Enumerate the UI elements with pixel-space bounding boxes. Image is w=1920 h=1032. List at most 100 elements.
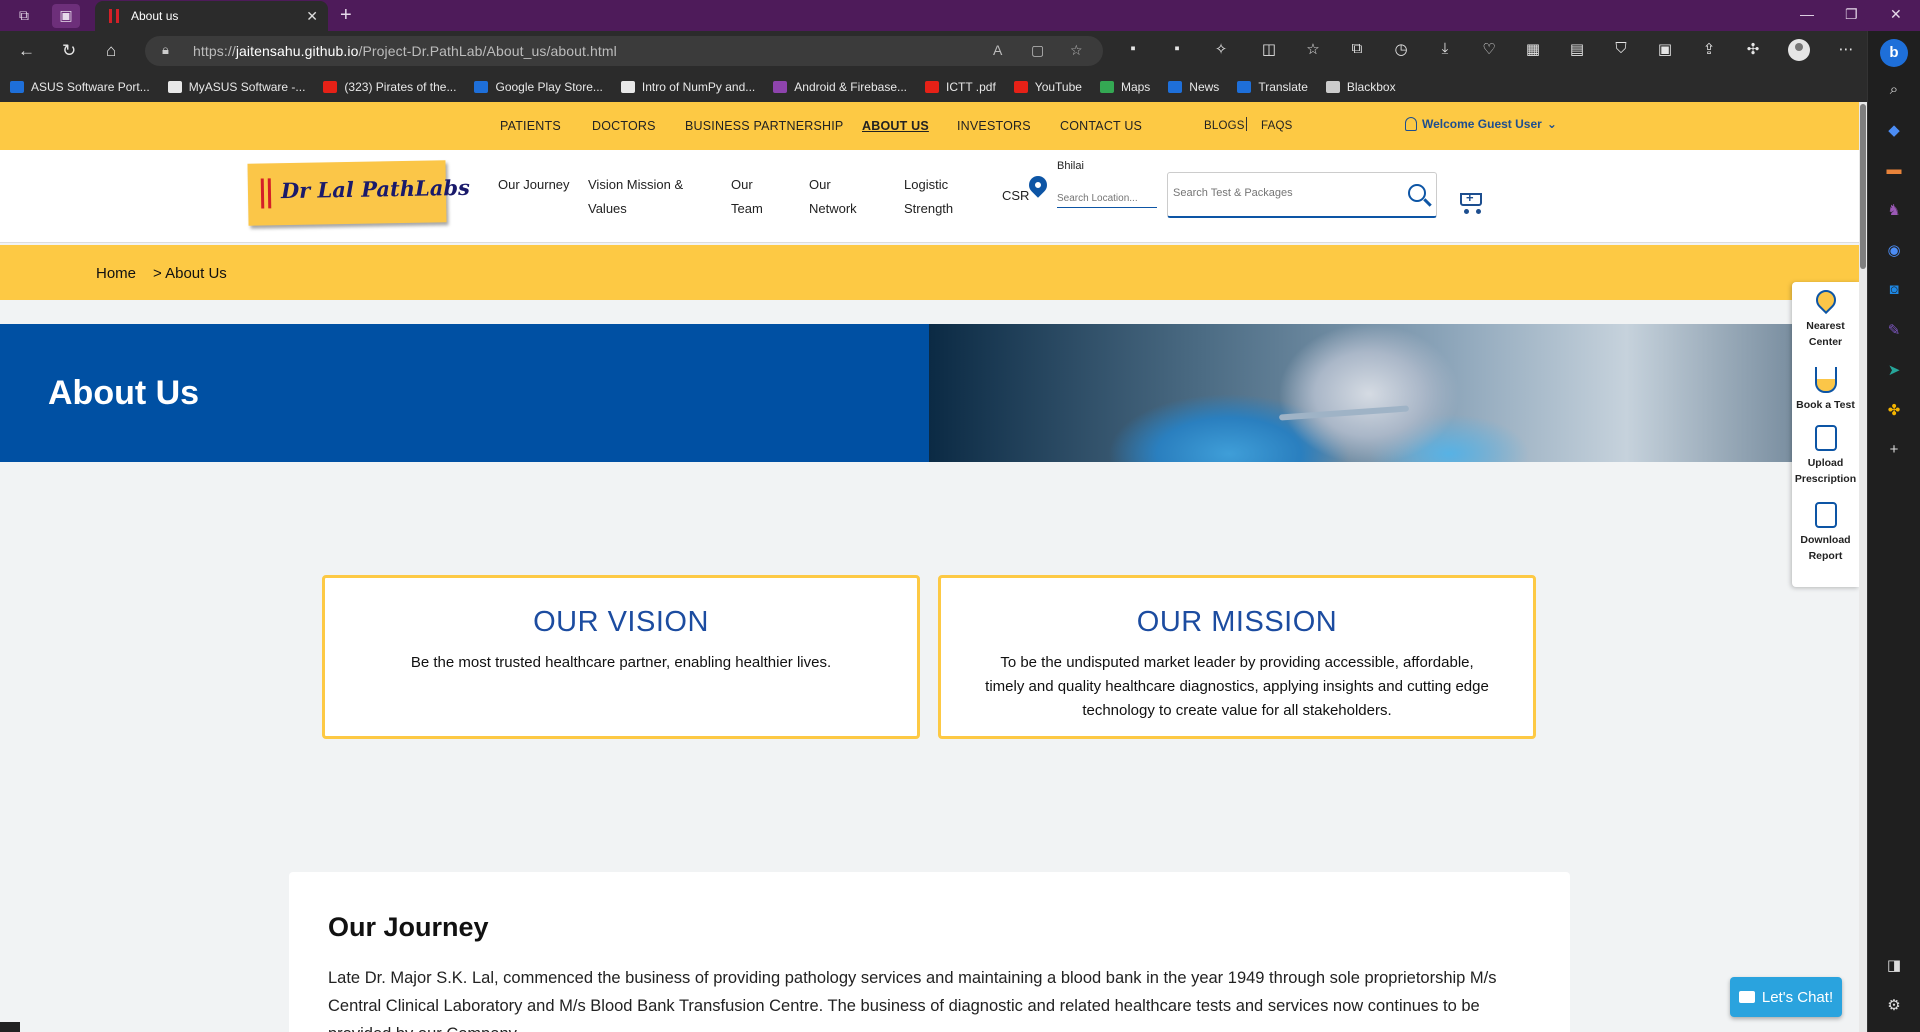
mission-title: OUR MISSION <box>1136 606 1338 638</box>
back-icon[interactable]: ← <box>18 41 35 61</box>
bookmark-item[interactable]: Maps <box>1099 80 1150 94</box>
favorites-icon[interactable]: ☆ <box>1302 40 1324 58</box>
download-report-button[interactable]: Download Report <box>1792 502 1859 564</box>
logo-text: Dr Lal PathLabs <box>280 174 471 204</box>
shopping-icon[interactable]: ◆ <box>1883 121 1905 143</box>
tools-icon[interactable]: ▬ <box>1883 161 1905 183</box>
chat-label: Let's Chat! <box>1761 988 1834 1006</box>
math-solver-icon[interactable]: ▦ <box>1522 40 1544 58</box>
sidebar-toggle-icon[interactable]: ◨ <box>1883 956 1905 978</box>
copilot-icon[interactable]: b <box>1880 39 1908 67</box>
share-icon[interactable]: ⇪ <box>1698 40 1720 58</box>
bookmark-item[interactable]: Google Play Store... <box>474 80 603 94</box>
bookmark-label: Translate <box>1258 79 1308 94</box>
extension-g-icon[interactable]: ▪ <box>1122 40 1144 57</box>
bookmark-item[interactable]: Intro of NumPy and... <box>620 80 755 94</box>
nav-faqs[interactable]: FAQS <box>1261 120 1292 132</box>
bookmark-favicon-icon <box>925 80 939 93</box>
subnav-csr[interactable]: CSR <box>1002 188 1029 203</box>
history-icon[interactable]: ◷ <box>1390 40 1412 58</box>
welcome-user-menu[interactable]: Welcome Guest User ⌄ <box>1405 117 1557 131</box>
designer-icon[interactable]: ✎ <box>1883 321 1905 343</box>
health-icon[interactable]: ♡ <box>1478 40 1500 58</box>
workspaces-icon[interactable]: ⧉ <box>10 4 38 28</box>
nearest-center-button[interactable]: Nearest Center <box>1792 285 1859 350</box>
bookmark-item[interactable]: ASUS Software Port... <box>10 80 150 94</box>
browser-essentials-icon[interactable]: ⛉ <box>1610 40 1632 57</box>
subnav-vision-mission[interactable]: Vision Mission & Values <box>588 173 703 221</box>
edge-sidebar: b ⌕ ◆ ▬ ♞ ◉ ◙ ✎ ➤ ✤ + ◨ ⚙ <box>1867 31 1920 1032</box>
nav-blogs[interactable]: BLOGS <box>1204 120 1245 132</box>
add-sidebar-app-icon[interactable]: + <box>1883 441 1905 463</box>
apps-icon[interactable]: ▤ <box>1566 40 1588 58</box>
nav-patients[interactable]: PATIENTS <box>500 119 561 133</box>
bookmark-item[interactable]: Translate <box>1237 80 1308 94</box>
bookmark-favicon-icon <box>323 80 338 93</box>
bookmark-item[interactable]: YouTube <box>1013 79 1082 94</box>
app-available-icon[interactable]: ▢ <box>1031 42 1044 59</box>
cart-icon[interactable]: + <box>1455 188 1485 214</box>
new-tab-icon[interactable]: + <box>340 4 352 27</box>
split-screen-icon[interactable]: ◫ <box>1258 40 1280 58</box>
extensions-icon[interactable]: ✧ <box>1210 40 1232 58</box>
address-bar[interactable]: 🔒︎ https://jaitensahu.github.io/Project-… <box>145 36 1103 66</box>
read-aloud-icon[interactable]: A <box>993 42 1002 58</box>
nav-doctors[interactable]: DOCTORS <box>592 119 656 133</box>
subnav-logistic-strength[interactable]: Logistic Strength <box>904 173 974 221</box>
book-test-button[interactable]: Book a Test <box>1792 367 1859 413</box>
nav-investors[interactable]: INVESTORS <box>957 119 1031 133</box>
bookmark-item[interactable]: Blackbox <box>1325 80 1396 94</box>
outlook-icon[interactable]: ◙ <box>1883 281 1905 303</box>
bookmark-item[interactable]: MyASUS Software -... <box>167 80 305 94</box>
nav-about-us[interactable]: ABOUT US <box>862 119 929 133</box>
more-menu-icon[interactable]: ⋯ <box>1835 40 1857 58</box>
page-scrollbar[interactable] <box>1859 102 1867 1032</box>
restore-icon[interactable]: ❐ <box>1845 6 1858 23</box>
bookmark-label: ICTT .pdf <box>946 79 996 94</box>
home-icon[interactable]: ⌂ <box>106 41 116 61</box>
bookmark-favicon-icon <box>620 80 635 93</box>
downloads-icon[interactable]: ⤓ <box>1434 40 1456 57</box>
extension-b-icon[interactable]: ▪ <box>1166 40 1188 57</box>
bookmark-item[interactable]: News <box>1168 80 1219 94</box>
browser-tab[interactable]: About us ✕ <box>95 1 328 31</box>
drop-icon[interactable]: ➤ <box>1883 361 1905 383</box>
bookmark-item[interactable]: Android & Firebase... <box>773 80 907 94</box>
bookmark-item[interactable]: (323) Pirates of the... <box>323 80 456 94</box>
test-search-box[interactable] <box>1167 172 1437 218</box>
scrollbar-thumb[interactable] <box>1860 104 1866 269</box>
site-logo[interactable]: Dr Lal PathLabs <box>247 160 470 226</box>
tab-close-icon[interactable]: ✕ <box>306 8 318 25</box>
nav-contact-us[interactable]: CONTACT US <box>1060 119 1142 133</box>
microsoft-365-icon[interactable]: ◉ <box>1883 241 1905 263</box>
games-icon[interactable]: ♞ <box>1883 201 1905 223</box>
map-pin-icon <box>1811 285 1840 315</box>
upload-prescription-button[interactable]: Upload Prescription <box>1792 425 1859 487</box>
search-icon[interactable]: ⌕ <box>1883 81 1905 103</box>
subnav-our-network[interactable]: Our Network <box>809 173 867 221</box>
test-search-input[interactable] <box>1173 187 1383 199</box>
subnav-our-team[interactable]: Our Team <box>731 173 776 221</box>
pinwheel-icon[interactable]: ✤ <box>1883 401 1905 423</box>
tab-actions-icon[interactable]: ▣ <box>52 3 80 28</box>
logo-mark-icon <box>260 178 272 209</box>
lets-chat-button[interactable]: Let's Chat! <box>1730 977 1842 1017</box>
window-close-icon[interactable]: ✕ <box>1890 6 1902 23</box>
breadcrumb-home[interactable]: Home <box>96 265 136 282</box>
screenshot-icon[interactable]: ▣ <box>1654 40 1676 58</box>
bookmark-label: YouTube <box>1034 79 1082 94</box>
url-text[interactable]: https://jaitensahu.github.io/Project-Dr.… <box>193 43 617 59</box>
refresh-icon[interactable]: ↻ <box>62 41 76 61</box>
bookmark-item[interactable]: ICTT .pdf <box>925 80 996 94</box>
minimize-icon[interactable]: — <box>1800 6 1814 22</box>
nav-business-partnership[interactable]: BUSINESS PARTNERSHIP <box>685 119 843 133</box>
collections-icon[interactable]: ⧉ <box>1346 40 1368 57</box>
extensions-puzzle-icon[interactable]: ✣ <box>1742 40 1764 58</box>
flask-icon <box>1814 367 1837 393</box>
profile-avatar[interactable] <box>1788 39 1810 61</box>
search-icon[interactable] <box>1408 184 1426 202</box>
settings-gear-icon[interactable]: ⚙ <box>1883 996 1905 1018</box>
favorite-star-icon[interactable]: ☆ <box>1070 42 1083 59</box>
lock-icon[interactable]: 🔒︎ <box>162 42 169 58</box>
location-search-input[interactable] <box>1057 180 1157 208</box>
